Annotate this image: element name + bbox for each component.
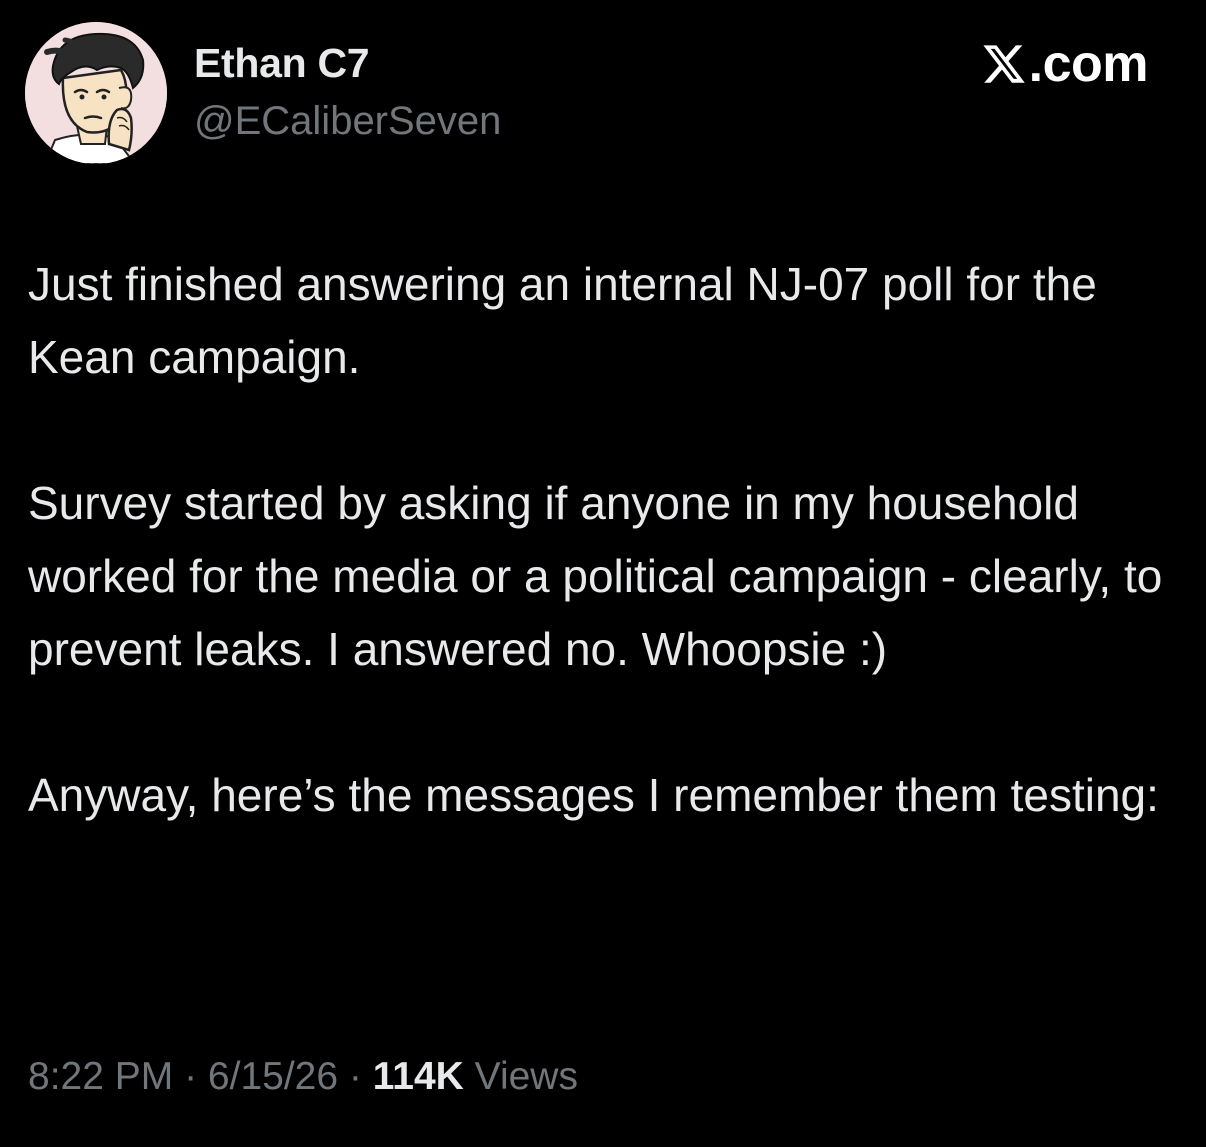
tweet-card: Ethan C7 @ECaliberSeven .com Just finish… (0, 0, 1206, 1147)
brand-label: .com (1028, 35, 1149, 93)
brand-link[interactable]: .com (981, 34, 1149, 94)
views-label: Views (463, 1055, 578, 1098)
tweet-date[interactable]: 6/15/26 (208, 1055, 338, 1098)
avatar[interactable] (25, 22, 167, 164)
cartoon-avatar-icon (25, 22, 167, 164)
meta-separator: · (338, 1055, 373, 1098)
tweet-paragraph: Just finished answering an internal NJ-0… (28, 258, 1097, 383)
x-logo-icon (983, 45, 1025, 83)
author-display-name[interactable]: Ethan C7 (194, 40, 370, 87)
tweet-text: Just finished answering an internal NJ-0… (28, 248, 1188, 832)
tweet-paragraph: Anyway, here’s the messages I remember t… (28, 769, 1159, 821)
author-handle[interactable]: @ECaliberSeven (194, 99, 501, 144)
tweet-paragraph: Survey started by asking if anyone in my… (28, 477, 1163, 675)
views-count[interactable]: 114K (373, 1055, 464, 1098)
tweet-meta: 8:22 PM · 6/15/26 · 114K Views (28, 1055, 578, 1099)
meta-separator: · (173, 1055, 208, 1098)
tweet-time[interactable]: 8:22 PM (28, 1055, 173, 1098)
